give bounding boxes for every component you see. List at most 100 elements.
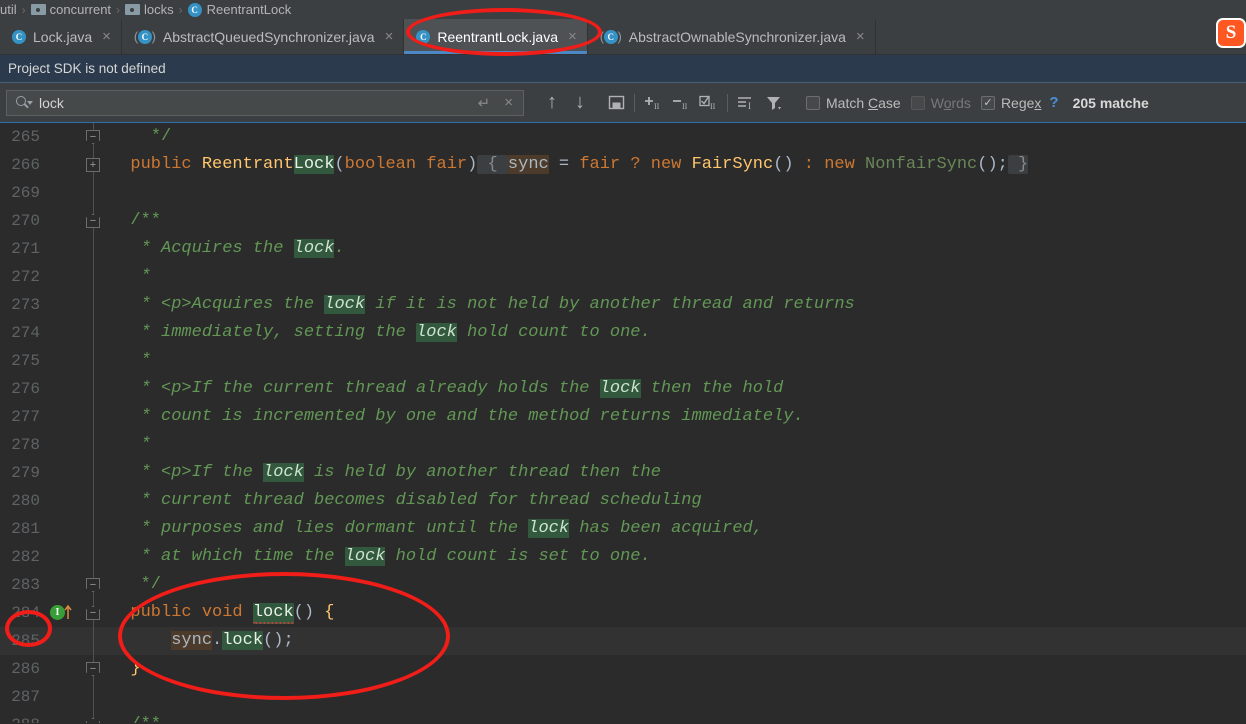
fold-region-start-icon[interactable]: − — [86, 718, 100, 723]
gutter-marker-area[interactable] — [48, 207, 78, 235]
search-input-value[interactable]: lock — [39, 95, 468, 111]
editor-tab-abstractqueuedsynchronizer-java[interactable]: (C) AbstractQueuedSynchronizer.java × — [122, 19, 405, 54]
gutter-marker-area[interactable] — [48, 711, 78, 723]
line-number[interactable]: 288 — [0, 716, 48, 723]
gutter-marker-area[interactable] — [48, 347, 78, 375]
fold-region-start-icon[interactable]: − — [86, 606, 100, 620]
gutter-marker-area[interactable]: I — [48, 599, 78, 627]
line-number[interactable]: 281 — [0, 520, 48, 538]
close-tab-icon[interactable]: × — [102, 29, 111, 44]
gutter-marker-area[interactable] — [48, 263, 78, 291]
line-number[interactable]: 266 — [0, 156, 48, 174]
breadcrumb-item-reentrantlock[interactable]: C ReentrantLock — [187, 2, 291, 17]
code-folding-gutter[interactable]: − — [78, 207, 110, 235]
code-line[interactable]: 286 − } — [0, 655, 1246, 683]
fold-region-start-icon[interactable]: − — [86, 214, 100, 228]
code-line[interactable]: 288 − /** — [0, 711, 1246, 723]
close-tab-icon[interactable]: × — [385, 29, 394, 44]
code-folding-gutter[interactable] — [78, 291, 110, 319]
breadcrumb-item-concurrent[interactable]: concurrent — [30, 2, 111, 17]
line-number[interactable]: 284 — [0, 604, 48, 622]
gutter-marker-area[interactable] — [48, 179, 78, 207]
line-number[interactable]: 280 — [0, 492, 48, 510]
line-number[interactable]: 276 — [0, 380, 48, 398]
gutter-marker-area[interactable] — [48, 683, 78, 711]
code-line[interactable]: 281 * purposes and lies dormant until th… — [0, 515, 1246, 543]
breadcrumb[interactable]: util › concurrent › locks › C ReentrantLock — [0, 0, 1246, 19]
code-line-text[interactable]: /** — [110, 711, 1246, 723]
code-folding-gutter[interactable]: + — [78, 151, 110, 179]
gutter-marker-area[interactable] — [48, 515, 78, 543]
line-number[interactable]: 279 — [0, 464, 48, 482]
gutter-marker-area[interactable] — [48, 543, 78, 571]
code-line[interactable]: 278 * — [0, 431, 1246, 459]
code-folding-gutter[interactable] — [78, 375, 110, 403]
line-number[interactable]: 265 — [0, 128, 48, 146]
code-folding-gutter[interactable] — [78, 543, 110, 571]
regex-help-icon[interactable]: ? — [1049, 94, 1058, 111]
code-line-text[interactable]: * — [110, 347, 1246, 375]
add-occurrence-button[interactable]: II — [639, 89, 667, 117]
code-line-text[interactable]: */ — [110, 571, 1246, 599]
code-line[interactable]: 287 — [0, 683, 1246, 711]
code-line[interactable]: 280 * current thread becomes disabled fo… — [0, 487, 1246, 515]
code-line[interactable]: 274 * immediately, setting the lock hold… — [0, 319, 1246, 347]
words-checkbox[interactable]: Words — [910, 95, 971, 111]
breadcrumb-item-locks[interactable]: locks — [125, 2, 174, 17]
gutter-marker-area[interactable] — [48, 235, 78, 263]
editor-tab-bar[interactable]: C Lock.java × (C) AbstractQueuedSynchronizer… — [0, 19, 1246, 55]
code-folding-gutter[interactable] — [78, 459, 110, 487]
sdk-notification-bar[interactable]: Project SDK is not defined — [0, 55, 1246, 83]
line-number[interactable]: 274 — [0, 324, 48, 342]
code-folding-gutter[interactable] — [78, 683, 110, 711]
code-line[interactable]: 283 − */ — [0, 571, 1246, 599]
code-line[interactable]: 273 * <p>Acquires the lock if it is not … — [0, 291, 1246, 319]
gutter-marker-area[interactable] — [48, 487, 78, 515]
code-line-text[interactable]: } — [110, 655, 1246, 683]
find-toolbar[interactable]: lock ↵ × ↑ ↓ II II II I Match Case Words… — [0, 83, 1246, 123]
code-folding-gutter[interactable]: − — [78, 123, 110, 151]
code-line-text[interactable]: */ — [110, 123, 1246, 151]
gutter-marker-area[interactable] — [48, 571, 78, 599]
code-folding-gutter[interactable]: − — [78, 655, 110, 683]
code-line[interactable]: 270 − /** — [0, 207, 1246, 235]
code-folding-gutter[interactable] — [78, 627, 110, 655]
gutter-marker-area[interactable] — [48, 123, 78, 151]
gutter-marker-area[interactable] — [48, 151, 78, 179]
line-number[interactable]: 271 — [0, 240, 48, 258]
code-editor[interactable]: 265 − */ 266 + public ReentrantLock(boolean… — [0, 123, 1246, 723]
clear-search-icon[interactable]: × — [500, 94, 517, 111]
code-folding-gutter[interactable] — [78, 487, 110, 515]
new-line-icon[interactable]: ↵ — [474, 94, 495, 112]
remove-occurrence-button[interactable]: II — [667, 89, 695, 117]
words-check-box[interactable] — [910, 95, 925, 110]
code-line[interactable]: 271 * Acquires the lock. — [0, 235, 1246, 263]
code-line-text[interactable]: * count is incremented by one and the me… — [110, 403, 1246, 431]
code-folding-gutter[interactable]: − — [78, 711, 110, 723]
breadcrumb-item-util[interactable]: util — [0, 2, 17, 17]
find-next-button[interactable]: ↓ — [566, 89, 594, 117]
code-line-text[interactable]: * immediately, setting the lock hold cou… — [110, 319, 1246, 347]
code-line-current[interactable]: 285 sync.lock(); — [0, 627, 1246, 655]
line-number[interactable]: 273 — [0, 296, 48, 314]
gutter-marker-area[interactable] — [48, 319, 78, 347]
code-folding-gutter[interactable] — [78, 515, 110, 543]
line-number[interactable]: 285 — [0, 632, 48, 650]
code-line[interactable]: 275 * — [0, 347, 1246, 375]
search-input[interactable]: lock ↵ × — [6, 89, 524, 116]
code-line-text[interactable]: * — [110, 263, 1246, 291]
gutter-marker-area[interactable] — [48, 431, 78, 459]
code-line[interactable]: 279 * <p>If the lock is held by another … — [0, 459, 1246, 487]
gutter-marker-area[interactable] — [48, 375, 78, 403]
close-tab-icon[interactable]: × — [856, 29, 865, 44]
line-number[interactable]: 278 — [0, 436, 48, 454]
code-line[interactable]: 266 + public ReentrantLock(boolean fair) … — [0, 151, 1246, 179]
code-line-text[interactable]: * <p>If the lock is held by another thre… — [110, 459, 1246, 487]
gutter-marker-area[interactable] — [48, 291, 78, 319]
fold-region-end-icon[interactable]: − — [86, 130, 100, 144]
open-in-find-window-button[interactable] — [602, 89, 630, 117]
code-line-text[interactable]: * <p>Acquires the lock if it is not held… — [110, 291, 1246, 319]
gutter-marker-area[interactable] — [48, 459, 78, 487]
gutter-marker-area[interactable] — [48, 627, 78, 655]
regex-check-box[interactable]: ✓ — [980, 95, 995, 110]
